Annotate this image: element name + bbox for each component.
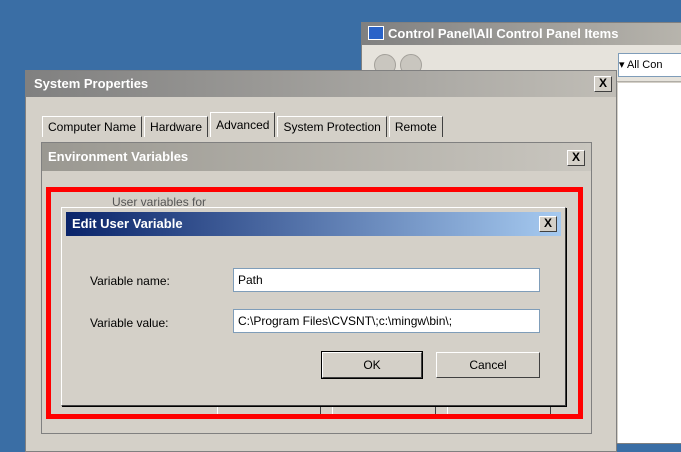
control-panel-title: Control Panel\All Control Panel Items (388, 26, 619, 41)
edit-user-variable-title: Edit User Variable (72, 216, 183, 231)
control-panel-titlebar[interactable]: Control Panel\All Control Panel Items (362, 23, 681, 45)
environment-variables-titlebar[interactable]: Environment Variables (42, 143, 591, 171)
address-bar[interactable]: ▾ All Con (618, 53, 681, 77)
variable-name-input[interactable]: Path (233, 268, 540, 292)
close-icon[interactable]: X (567, 150, 585, 166)
environment-variables-title: Environment Variables (48, 149, 189, 164)
edit-user-variable-dialog: Edit User Variable X Variable name: Path… (61, 207, 566, 406)
edit-user-variable-titlebar[interactable]: Edit User Variable (66, 212, 561, 236)
variable-value-label: Variable value: (90, 316, 169, 330)
tab-advanced[interactable]: Advanced (210, 112, 276, 137)
tab-computer-name[interactable]: Computer Name (42, 116, 143, 137)
tab-system-protection[interactable]: System Protection (277, 116, 387, 137)
ok-button[interactable]: OK (321, 351, 423, 379)
control-panel-icon (368, 26, 384, 40)
tab-strip: Computer Name Hardware Advanced System P… (42, 112, 445, 137)
system-properties-title: System Properties (34, 76, 149, 91)
tab-hardware[interactable]: Hardware (144, 116, 209, 137)
variable-value-input[interactable]: C:\Program Files\CVSNT\;c:\mingw\bin\; (233, 309, 540, 333)
tab-remote[interactable]: Remote (388, 116, 443, 137)
close-icon[interactable]: X (594, 76, 612, 92)
variable-name-label: Variable name: (90, 274, 170, 288)
close-icon[interactable]: X (539, 216, 557, 232)
control-panel-content (618, 83, 681, 443)
cancel-button[interactable]: Cancel (436, 352, 540, 378)
system-properties-titlebar[interactable]: System Properties (26, 71, 616, 97)
